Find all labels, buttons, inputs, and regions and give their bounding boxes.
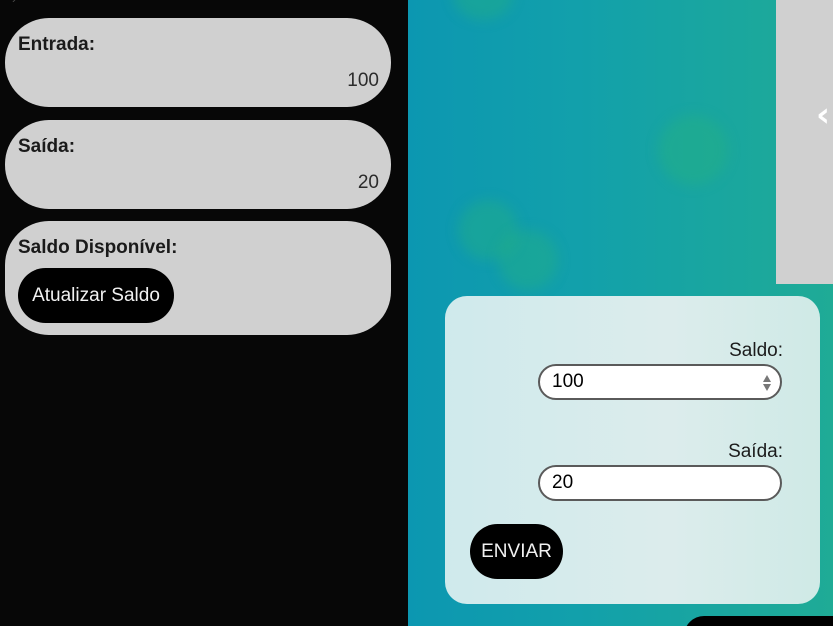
- saida-label: Saída:: [18, 136, 76, 157]
- balance-form: Saldo: 100 Saída: 20 ENVIAR: [445, 296, 820, 604]
- entrada-value: 100: [347, 70, 379, 91]
- entrada-label: Entrada:: [18, 34, 96, 55]
- saida-card: Saída: 20: [5, 120, 391, 209]
- saldo-input-value: 100: [552, 371, 584, 392]
- background-blob: [498, 230, 558, 290]
- entrada-card: Entrada: 100: [5, 18, 391, 107]
- saida-input[interactable]: 20: [538, 465, 782, 501]
- stepper-down-icon[interactable]: [763, 384, 771, 391]
- bottom-button[interactable]: [684, 616, 833, 626]
- background-blob: [658, 115, 728, 185]
- saldo-disponivel-label: Saldo Disponível:: [18, 237, 178, 258]
- saida-form-label: Saída:: [728, 441, 783, 462]
- atualizar-saldo-button[interactable]: Atualizar Saldo: [18, 268, 174, 323]
- number-stepper[interactable]: [762, 369, 772, 397]
- chevron-left-icon[interactable]: ‹: [816, 95, 830, 135]
- stepper-up-icon[interactable]: [763, 375, 771, 382]
- saldo-input[interactable]: 100: [538, 364, 782, 400]
- side-panel: ‹: [776, 0, 833, 284]
- saida-input-value: 20: [552, 472, 574, 493]
- left-panel: › Entrada: 100 Saída: 20 Saldo Disponíve…: [0, 0, 408, 626]
- enviar-button[interactable]: ENVIAR: [470, 524, 563, 579]
- saldo-disponivel-card: Saldo Disponível: Atualizar Saldo: [5, 221, 391, 335]
- background-blob: [453, 0, 513, 20]
- right-panel: ‹ Saldo: 100 Saída: 20 ENVIAR: [408, 0, 833, 626]
- partial-glyph: ›: [12, 0, 24, 6]
- saida-value: 20: [357, 172, 379, 193]
- saldo-label: Saldo:: [729, 340, 783, 361]
